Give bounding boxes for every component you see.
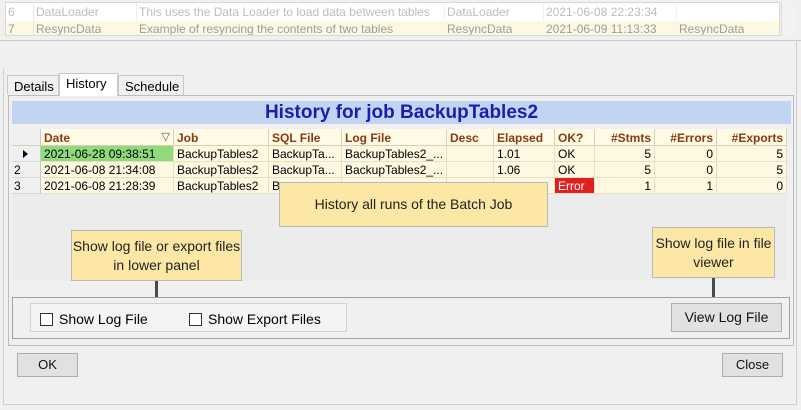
cell-ok[interactable]: OK	[555, 162, 595, 178]
history-row[interactable]: 2 2021-06-08 21:34:08 BackupTables2 Back…	[12, 162, 787, 178]
job-name: ResyncData	[36, 22, 102, 36]
job-description: Example of resyncing the contents of two…	[139, 22, 394, 36]
grid-corner	[12, 129, 41, 146]
cell-exports[interactable]: 5	[717, 146, 787, 162]
column-header-stmts[interactable]: #Stmts	[595, 129, 655, 146]
lower-panel: Show Log File Show Export Files View Log…	[12, 297, 790, 339]
cell-log-file[interactable]: BackupTables2_...	[342, 146, 447, 162]
tab-history[interactable]: History	[59, 73, 118, 96]
history-row[interactable]: 2021-06-28 09:38:51 BackupTables2 Backup…	[12, 146, 787, 162]
cell-job[interactable]: BackupTables2	[174, 146, 269, 162]
cell-desc[interactable]	[447, 146, 494, 162]
column-header-elapsed[interactable]: Elapsed	[494, 129, 555, 146]
row-number: 7	[6, 21, 34, 35]
column-header-exports[interactable]: #Exports	[717, 129, 787, 146]
divider	[3, 404, 797, 405]
divider	[3, 68, 4, 405]
cell-sql-file[interactable]: BackupTa...	[269, 146, 342, 162]
checkbox-group: Show Log File Show Export Files	[30, 303, 347, 332]
column-header-log-file[interactable]: Log File	[342, 129, 447, 146]
job-list-row[interactable]: 7 ResyncData Example of resyncing the co…	[6, 21, 779, 36]
row-indicator	[12, 146, 41, 162]
view-log-file-button[interactable]: View Log File	[671, 303, 782, 332]
job-name: DataLoader	[36, 5, 99, 19]
divider	[796, 40, 797, 405]
sort-descending-icon: ▽	[161, 131, 170, 143]
callout-file-viewer: Show log file in file viewer	[652, 227, 775, 278]
cell-log-file[interactable]: BackupTables2_...	[342, 162, 447, 178]
job-group: DataLoader	[447, 5, 510, 19]
column-header-errors[interactable]: #Errors	[655, 129, 717, 146]
arrow-down-icon	[151, 281, 161, 306]
column-header-label: Date	[44, 131, 71, 145]
column-header-desc[interactable]: Desc	[447, 129, 494, 146]
row-number: 3	[12, 178, 41, 194]
checkbox-label: Show Log File	[59, 311, 148, 327]
cell-date[interactable]: 2021-06-08 21:34:08	[41, 162, 174, 178]
arrow-down-icon	[708, 278, 718, 305]
checkbox-label: Show Export Files	[208, 311, 321, 327]
cell-desc[interactable]	[447, 162, 494, 178]
current-row-pointer-icon	[23, 150, 28, 158]
job-group: ResyncData	[447, 22, 513, 36]
cell-exports[interactable]: 0	[717, 178, 787, 194]
cell-stmts[interactable]: 5	[595, 146, 655, 162]
job-description: This uses the Data Loader to load data b…	[139, 5, 430, 19]
tab-schedule[interactable]: Schedule	[118, 75, 184, 95]
close-button[interactable]: Close	[722, 353, 783, 377]
cell-errors[interactable]: 0	[655, 162, 717, 178]
cell-stmts[interactable]: 1	[595, 178, 655, 194]
column-header-ok[interactable]: OK?	[555, 129, 595, 146]
ok-button[interactable]: OK	[17, 353, 78, 377]
job-extra: ResyncData	[679, 22, 745, 36]
cell-date[interactable]: 2021-06-08 21:28:39	[41, 178, 174, 194]
cell-elapsed[interactable]: 1.01	[494, 146, 555, 162]
cell-stmts[interactable]: 5	[595, 162, 655, 178]
cell-ok[interactable]: OK	[555, 146, 595, 162]
divider	[0, 40, 801, 41]
show-export-files-checkbox[interactable]: Show Export Files	[189, 311, 321, 327]
cell-errors[interactable]: 1	[655, 178, 717, 194]
job-list-row[interactable]: 6 DataLoader This uses the Data Loader t…	[6, 4, 779, 20]
column-header-sql-file[interactable]: SQL File	[269, 129, 342, 146]
row-number: 6	[6, 4, 34, 20]
callout-show-log: Show log file or export files in lower p…	[71, 230, 242, 281]
checkbox-box[interactable]	[40, 312, 53, 326]
checkbox-box[interactable]	[189, 312, 202, 326]
show-log-file-checkbox[interactable]: Show Log File	[40, 311, 148, 327]
column-header-date[interactable]: Date ▽	[41, 129, 174, 146]
cell-exports[interactable]: 5	[717, 162, 787, 178]
column-header-job[interactable]: Job	[174, 129, 269, 146]
row-number: 2	[12, 162, 41, 178]
tab-details[interactable]: Details	[7, 75, 59, 95]
job-timestamp: 2021-06-08 22:23:34	[546, 5, 658, 19]
cell-job[interactable]: BackupTables2	[174, 162, 269, 178]
job-list-grid[interactable]: 6 DataLoader This uses the Data Loader t…	[5, 2, 780, 36]
history-title: History for job BackupTables2	[12, 101, 791, 124]
cell-elapsed[interactable]: 1.06	[494, 162, 555, 178]
cell-ok-error[interactable]: Error	[555, 178, 595, 194]
cell-job[interactable]: BackupTables2	[174, 178, 269, 194]
callout-history: History all runs of the Batch Job	[279, 182, 548, 227]
cell-errors[interactable]: 0	[655, 146, 717, 162]
cell-date[interactable]: 2021-06-28 09:38:51	[41, 146, 174, 162]
cell-sql-file[interactable]: BackupTa...	[269, 162, 342, 178]
job-timestamp: 2021-06-09 11:13:33	[546, 22, 657, 36]
vertical-scrollbar[interactable]	[781, 2, 797, 36]
